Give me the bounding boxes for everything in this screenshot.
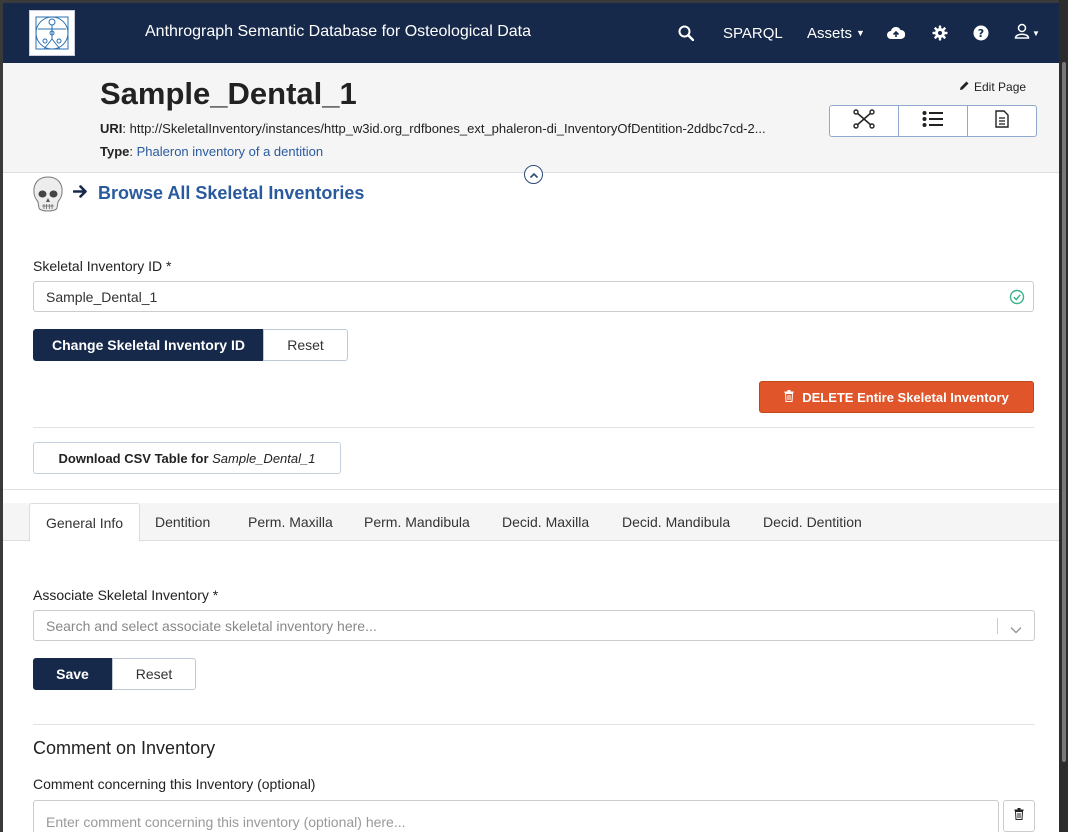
skeletal-inventory-id-label: Skeletal Inventory ID *: [33, 258, 172, 274]
page-title: Sample_Dental_1: [100, 76, 357, 111]
scrollbar-thumb[interactable]: [1062, 62, 1066, 762]
divider: [3, 489, 1062, 490]
gear-icon[interactable]: [932, 21, 948, 45]
edit-page-label: Edit Page: [974, 80, 1027, 94]
reset-id-button[interactable]: Reset: [263, 329, 348, 361]
reset-associate-button[interactable]: Reset: [112, 658, 196, 690]
document-view-button[interactable]: [968, 106, 1036, 136]
chevron-down-icon: [1010, 621, 1022, 637]
tab-perm-maxilla[interactable]: Perm. Maxilla: [232, 503, 349, 541]
comment-placeholder: Enter comment concerning this inventory …: [46, 814, 406, 830]
skeletal-inventory-id-value: Sample_Dental_1: [46, 288, 158, 305]
vitruvian-logo[interactable]: [29, 10, 75, 56]
delete-inventory-button[interactable]: DELETE Entire Skeletal Inventory: [759, 381, 1034, 413]
cloud-upload-icon[interactable]: [887, 21, 905, 45]
trash-icon: [1014, 807, 1024, 825]
divider: [33, 724, 1035, 725]
sparql-link[interactable]: SPARQL: [723, 21, 783, 45]
check-circle-icon: [1009, 289, 1025, 308]
browse-all-label: Browse All Skeletal Inventories: [98, 183, 365, 203]
caret-down-icon: ▼: [856, 28, 865, 38]
help-icon[interactable]: ?: [973, 21, 989, 45]
tab-general-info[interactable]: General Info: [29, 503, 141, 542]
uri-label: URI: [100, 121, 123, 136]
tab-perm-mandibula[interactable]: Perm. Mandibula: [348, 503, 486, 541]
page-header: Sample_Dental_1 URI: http://SkeletalInve…: [3, 63, 1062, 184]
pencil-icon: [959, 80, 970, 94]
download-csv-prefix: Download CSV Table for: [58, 450, 213, 466]
uri-value: http://SkeletalInventory/instances/http_…: [129, 121, 766, 136]
arrow-right-icon: [72, 183, 88, 204]
tab-decid-maxilla[interactable]: Decid. Maxilla: [486, 503, 605, 541]
tab-dentition[interactable]: Dentition: [139, 503, 226, 541]
browse-all-link[interactable]: Browse All Skeletal Inventories: [72, 183, 365, 204]
top-navbar: Anthrograph Semantic Database for Osteol…: [3, 3, 1062, 63]
tab-bar: General Info Dentition Perm. Maxilla Per…: [3, 503, 1062, 542]
select-separator: [997, 618, 998, 634]
user-menu[interactable]: ▼: [1014, 21, 1040, 45]
tab-decid-mandibula[interactable]: Decid. Mandibula: [606, 503, 746, 541]
document-icon: [994, 109, 1010, 133]
graph-view-button[interactable]: [830, 106, 899, 136]
svg-text:?: ?: [978, 27, 984, 40]
collapse-header-button[interactable]: [524, 165, 543, 184]
uri-line: URI: http://SkeletalInventory/instances/…: [100, 121, 766, 136]
view-switcher: [829, 105, 1037, 137]
download-csv-button[interactable]: Download CSV Table for Sample_Dental_1: [33, 442, 341, 474]
comment-input[interactable]: Enter comment concerning this inventory …: [33, 800, 999, 832]
list-view-button[interactable]: [899, 106, 968, 136]
tab-decid-dentition[interactable]: Decid. Dentition: [747, 503, 878, 541]
associate-inventory-placeholder: Search and select associate skeletal inv…: [46, 617, 377, 634]
assets-label: Assets: [807, 24, 853, 42]
change-id-button[interactable]: Change Skeletal Inventory ID: [33, 329, 264, 361]
download-csv-name: Sample_Dental_1: [212, 450, 316, 466]
type-line: Type: Phaleron inventory of a dentition: [100, 144, 324, 159]
assets-dropdown[interactable]: Assets ▼: [807, 21, 865, 45]
edit-page-link[interactable]: Edit Page: [959, 80, 1026, 94]
associate-inventory-select[interactable]: Search and select associate skeletal inv…: [33, 610, 1035, 641]
skeletal-inventory-id-input[interactable]: Sample_Dental_1: [33, 281, 1034, 312]
comment-section-title: Comment on Inventory: [33, 738, 216, 758]
divider: [33, 427, 1034, 428]
search-icon[interactable]: [678, 21, 694, 45]
user-icon: [1014, 23, 1030, 43]
list-icon: [922, 110, 944, 133]
graph-icon: [853, 108, 875, 134]
skull-icon: [32, 175, 64, 215]
type-link[interactable]: Phaleron inventory of a dentition: [137, 144, 323, 159]
trash-icon: [784, 389, 794, 405]
save-button[interactable]: Save: [33, 658, 112, 690]
comment-label: Comment concerning this Inventory (optio…: [33, 776, 316, 792]
associate-inventory-label: Associate Skeletal Inventory *: [33, 587, 219, 603]
chevron-up-icon: [529, 166, 539, 184]
delete-comment-button[interactable]: [1003, 800, 1035, 832]
type-label: Type: [100, 144, 130, 159]
browser-window: Anthrograph Semantic Database for Osteol…: [3, 3, 1062, 832]
app-title[interactable]: Anthrograph Semantic Database for Osteol…: [145, 23, 531, 41]
delete-inventory-label: DELETE Entire Skeletal Inventory: [802, 389, 1009, 405]
caret-down-icon: ▼: [1032, 28, 1040, 38]
